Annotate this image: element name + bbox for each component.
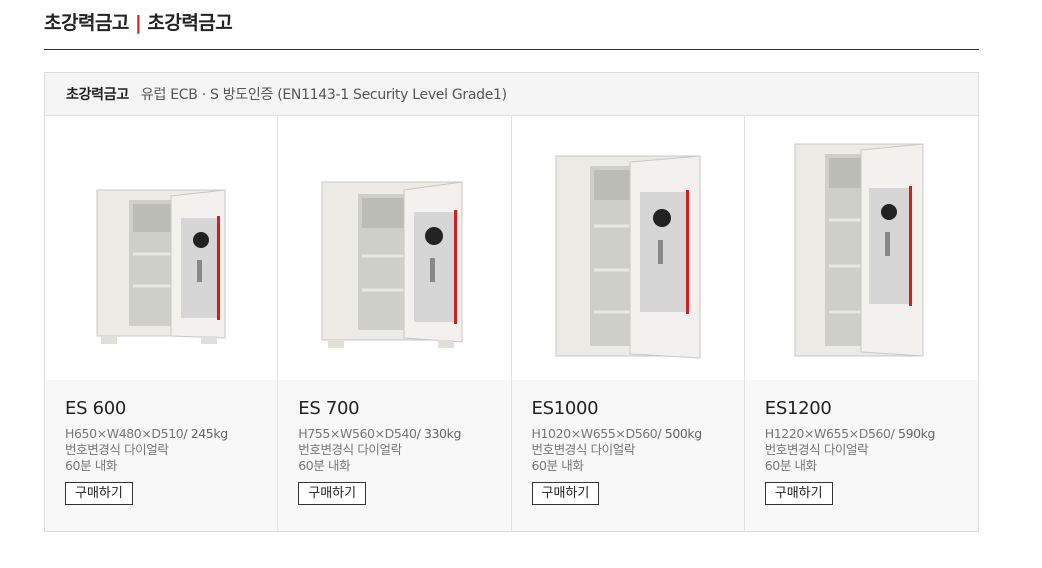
page-title-sub: 초강력금고 [147,12,233,34]
product-fire-rating: 60분 내화 [298,458,351,473]
dims-text: H1020×W655×D560 [531,426,658,441]
product-info: ES1000 H1020×W655×D560/ 500kg 번호변경식 다이얼락… [511,380,744,531]
product-card: ES 600 H650×W480×D510/ 245kg 번호변경식 다이얼락 … [45,116,279,531]
product-image[interactable] [278,116,511,380]
weight-text: / 330kg [416,426,462,441]
dims-text: H755×W560×D540 [298,426,417,441]
product-box: 초강력금고 유럽 ECB · S 방도인증 (EN1143-1 Security… [44,72,979,532]
page-title: 초강력금고 | 초강력금고 [44,8,233,35]
product-grid: ES 600 H650×W480×D510/ 245kg 번호변경식 다이얼락 … [45,116,978,531]
title-divider [44,49,979,50]
buy-button[interactable]: 구매하기 [531,482,600,505]
title-separator: | [134,12,142,34]
product-card: ES1200 H1220×W655×D560/ 590kg 번호변경식 다이얼락… [744,116,978,531]
box-header: 초강력금고 유럽 ECB · S 방도인증 (EN1143-1 Security… [45,73,978,116]
product-lock: 번호변경식 다이얼락 [531,442,636,457]
weight-text: / 590kg [890,426,936,441]
page-title-main: 초강력금고 [44,12,129,34]
safe-image [96,189,226,344]
dims-text: H1220×W655×D560 [764,426,891,441]
buy-button[interactable]: 구매하기 [298,482,367,505]
dims-text: H650×W480×D510 [65,426,184,441]
certification-text: 유럽 ECB · S 방도인증 (EN1143-1 Security Level… [140,87,507,103]
weight-text: / 245kg [183,426,228,441]
product-card: ES 700 H755×W560×D540/ 330kg 번호변경식 다이얼락 … [278,116,512,531]
safe-image [794,143,924,357]
buy-button[interactable]: 구매하기 [764,482,833,505]
product-dimensions: H650×W480×D510/ 245kg [65,426,277,442]
product-fire-rating: 60분 내화 [65,458,117,473]
safe-image [321,181,463,348]
product-info: ES 600 H650×W480×D510/ 245kg 번호변경식 다이얼락 … [45,380,278,531]
category-label: 초강력금고 [66,87,129,103]
weight-text: / 500kg [657,426,702,441]
product-image[interactable] [45,116,278,380]
product-fire-rating: 60분 내화 [531,458,584,473]
product-dimensions: H755×W560×D540/ 330kg [298,426,510,442]
product-model[interactable]: ES1200 [765,398,978,419]
product-model[interactable]: ES 600 [65,398,277,419]
product-model[interactable]: ES 700 [298,398,510,419]
product-dimensions: H1220×W655×D560/ 590kg [765,426,978,442]
buy-button[interactable]: 구매하기 [65,482,133,505]
product-lock: 번호변경식 다이얼락 [298,442,402,457]
product-card: ES1000 H1020×W655×D560/ 500kg 번호변경식 다이얼락… [511,116,745,531]
product-lock: 번호변경식 다이얼락 [764,442,869,457]
product-dimensions: H1020×W655×D560/ 500kg [532,426,744,442]
product-model[interactable]: ES1000 [532,398,744,419]
product-info: ES 700 H755×W560×D540/ 330kg 번호변경식 다이얼락 … [278,380,511,531]
product-lock: 번호변경식 다이얼락 [65,442,169,457]
product-image[interactable] [744,116,978,380]
safe-image [555,155,700,359]
product-image[interactable] [511,116,744,380]
product-fire-rating: 60분 내화 [764,458,817,473]
product-info: ES1200 H1220×W655×D560/ 590kg 번호변경식 다이얼락… [744,380,978,531]
